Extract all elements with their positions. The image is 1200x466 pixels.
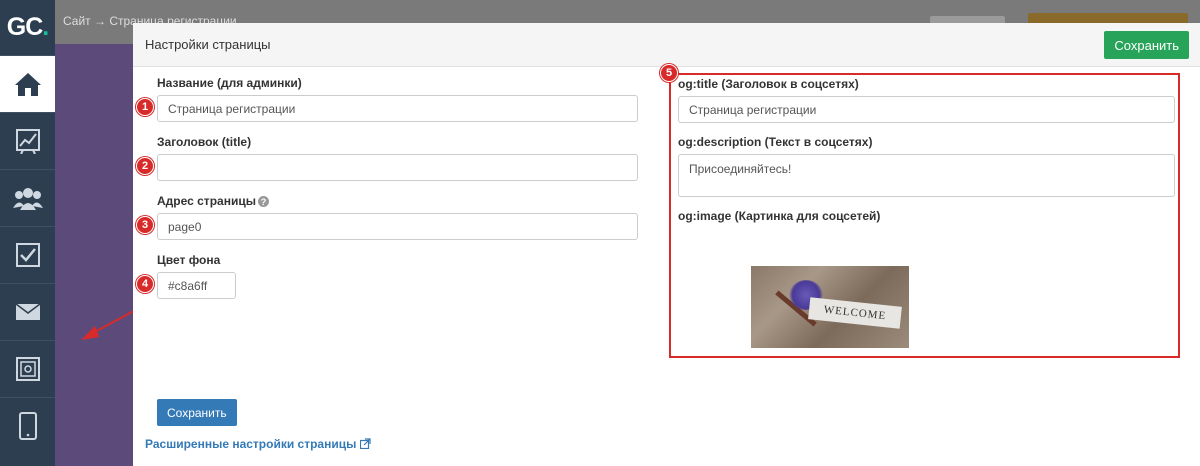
title-input[interactable]	[157, 154, 638, 181]
mail-icon	[15, 303, 40, 320]
name-input[interactable]: Страница регистрации	[157, 95, 638, 122]
sidebar-item-tasks[interactable]	[0, 226, 55, 283]
og-image-preview[interactable]: WELCOME	[751, 266, 909, 348]
og-title-input[interactable]: Страница регистрации	[678, 96, 1175, 123]
title-label: Заголовок (title)	[157, 135, 252, 149]
page-settings-modal: Настройки страницы Сохранить Название (д…	[133, 23, 1200, 466]
step-badge-2: 2	[136, 157, 154, 175]
image-welcome-tag: WELCOME	[808, 297, 902, 329]
step-badge-1: 1	[136, 98, 154, 116]
sidebar-item-home[interactable]	[0, 55, 55, 112]
step-badge-5: 5	[660, 64, 678, 82]
og-description-label: og:description (Текст в соцсетях)	[678, 135, 873, 149]
step-badge-3: 3	[136, 216, 154, 234]
sidebar-item-users[interactable]	[0, 169, 55, 226]
logo[interactable]: GC.	[0, 0, 55, 55]
save-button-top[interactable]: Сохранить	[1104, 31, 1189, 59]
sidebar-item-mail[interactable]	[0, 283, 55, 340]
sidebar-item-mobile[interactable]	[0, 397, 55, 454]
og-title-label: og:title (Заголовок в соцсетях)	[678, 77, 859, 91]
og-description-textarea[interactable]: Присоединяйтесь!	[678, 154, 1175, 197]
bgcolor-input[interactable]: #c8a6ff	[157, 272, 236, 299]
mobile-icon	[18, 412, 37, 440]
safe-icon	[15, 357, 40, 381]
step-badge-4: 4	[136, 275, 154, 293]
og-image-label: og:image (Картинка для соцсетей)	[678, 209, 881, 223]
address-label: Адрес страницы?	[157, 194, 269, 208]
modal-title: Настройки страницы	[145, 37, 271, 52]
chart-icon	[15, 129, 40, 154]
sidebar-item-stats[interactable]	[0, 112, 55, 169]
modal-header: Настройки страницы Сохранить	[133, 23, 1200, 67]
sidebar-item-sales[interactable]	[0, 340, 55, 397]
name-label: Название (для админки)	[157, 76, 302, 90]
checkbox-icon	[15, 243, 40, 267]
sidebar: GC.	[0, 0, 55, 466]
save-button-bottom[interactable]: Сохранить	[157, 399, 237, 426]
external-link-icon	[359, 438, 371, 450]
advanced-settings-link[interactable]: Расширенные настройки страницы	[145, 437, 371, 451]
bgcolor-label: Цвет фона	[157, 253, 221, 267]
address-input[interactable]: page0	[157, 213, 638, 240]
help-icon[interactable]: ?	[257, 196, 269, 208]
home-icon	[14, 73, 41, 96]
users-icon	[12, 188, 43, 210]
